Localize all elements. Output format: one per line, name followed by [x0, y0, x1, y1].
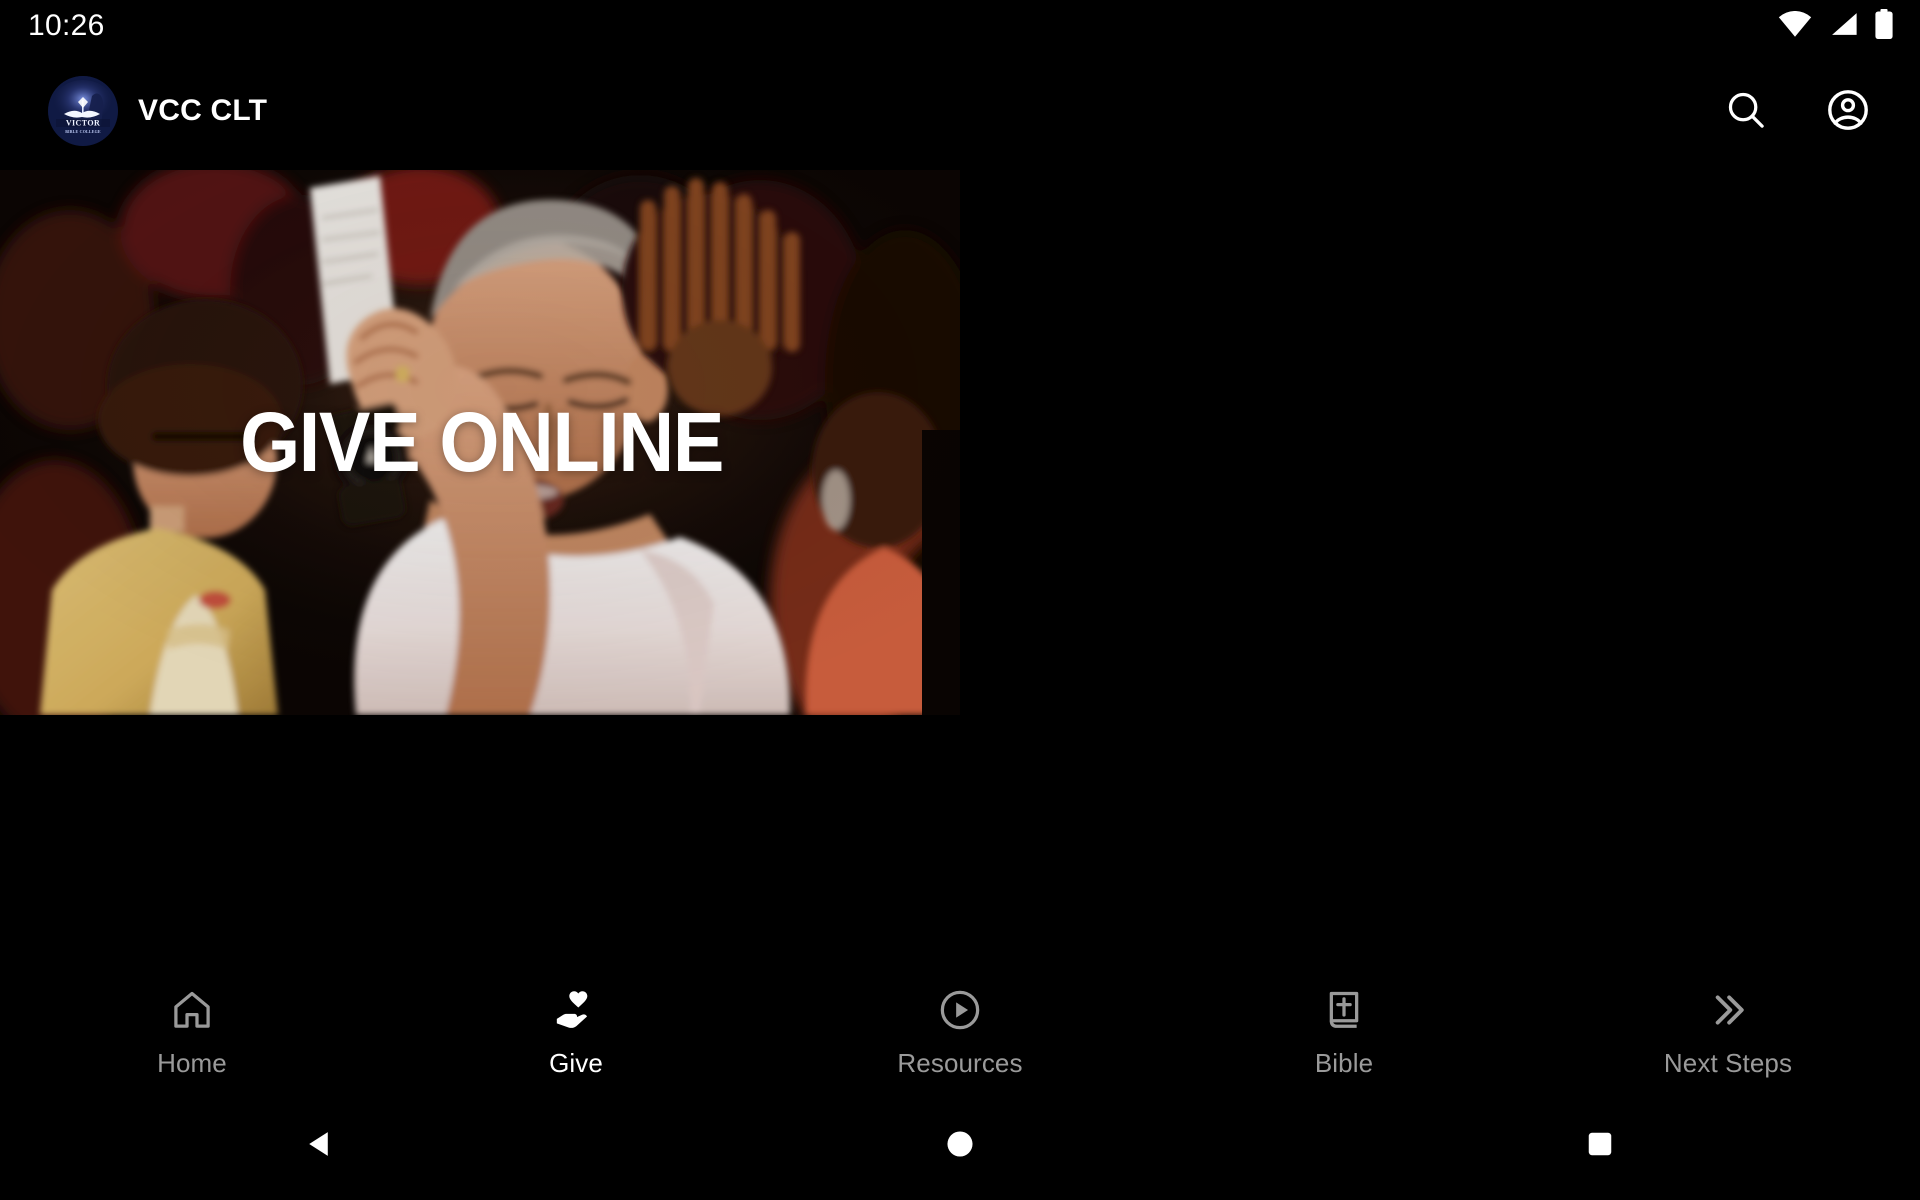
battery-icon	[1874, 8, 1894, 44]
hero-image	[0, 170, 960, 715]
bottom-navigation-bar: Home Give Resources Bible Next Steps	[0, 972, 1920, 1090]
app-title: VCC CLT	[138, 94, 268, 127]
app-screen: 10:26 VICTOR BIBLE COLLEGE VCC CLT GIVE …	[0, 0, 1920, 1200]
play-circle-icon	[937, 987, 983, 1036]
nav-item-give[interactable]: Give	[384, 972, 768, 1090]
hand-heart-icon	[553, 987, 599, 1036]
bible-book-icon	[1321, 987, 1367, 1036]
back-triangle-icon	[303, 1127, 337, 1164]
nav-label-home: Home	[157, 1047, 227, 1078]
nav-label-give: Give	[549, 1047, 603, 1078]
recents-square-icon	[1585, 1129, 1615, 1162]
wifi-icon	[1778, 10, 1812, 42]
hero-give-online-card[interactable]: GIVE ONLINE	[0, 170, 960, 715]
nav-label-next-steps: Next Steps	[1663, 1047, 1793, 1078]
svg-text:VICTOR: VICTOR	[66, 119, 100, 128]
nav-item-bible[interactable]: Bible	[1152, 972, 1536, 1090]
app-bar-actions	[1718, 83, 1888, 139]
cellular-signal-icon	[1828, 11, 1858, 42]
nav-label-resources: Resources	[897, 1047, 1023, 1078]
search-icon	[1723, 87, 1769, 136]
status-bar: 10:26	[0, 0, 1920, 52]
app-bar: VICTOR BIBLE COLLEGE VCC CLT	[0, 52, 1920, 170]
status-bar-clock: 10:26	[28, 9, 105, 42]
svg-text:BIBLE COLLEGE: BIBLE COLLEGE	[65, 129, 101, 134]
nav-item-next-steps[interactable]: Next Steps	[1536, 972, 1920, 1090]
double-chevron-right-icon	[1705, 987, 1751, 1036]
account-button[interactable]	[1820, 83, 1876, 139]
search-button[interactable]	[1718, 83, 1774, 139]
status-bar-icons	[1778, 8, 1894, 44]
nav-label-bible: Bible	[1314, 1047, 1374, 1078]
vcc-clt-logo: VICTOR BIBLE COLLEGE	[48, 76, 118, 146]
android-system-navigation-bar	[0, 1090, 1920, 1200]
system-recents-button[interactable]	[1280, 1090, 1920, 1200]
home-icon	[169, 987, 215, 1036]
app-brand[interactable]: VICTOR BIBLE COLLEGE VCC CLT	[48, 76, 267, 146]
nav-item-resources[interactable]: Resources	[768, 972, 1152, 1090]
home-circle-icon	[944, 1128, 976, 1163]
nav-item-home[interactable]: Home	[0, 972, 384, 1090]
system-back-button[interactable]	[0, 1090, 640, 1200]
account-circle-icon	[1824, 86, 1872, 137]
system-home-button[interactable]	[640, 1090, 1280, 1200]
